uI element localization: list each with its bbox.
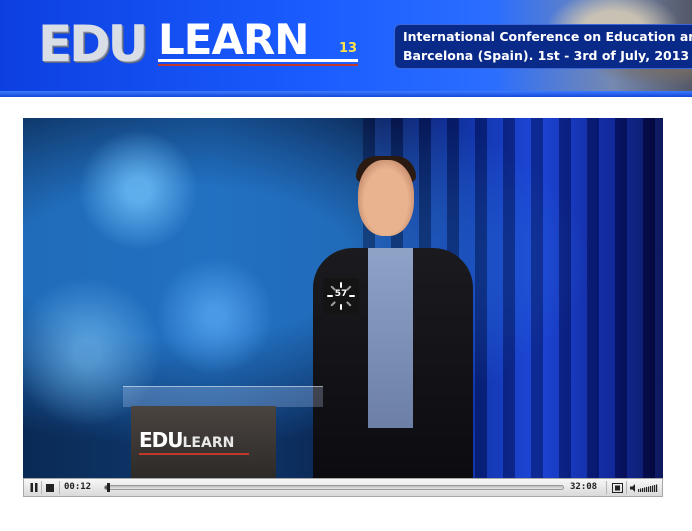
control-separator xyxy=(626,481,627,494)
pause-icon xyxy=(30,483,38,492)
control-separator xyxy=(606,481,607,494)
podium-logo-edu: EDU xyxy=(139,428,184,452)
buffering-indicator: 57 xyxy=(323,278,359,314)
video-controls-bar: 00:12 32:08 xyxy=(23,478,663,497)
buffering-count: 57 xyxy=(334,289,348,299)
fullscreen-button[interactable] xyxy=(610,481,624,494)
current-time: 00:12 xyxy=(64,482,92,492)
podium-glass xyxy=(123,386,323,407)
seek-bar[interactable] xyxy=(104,483,564,492)
seek-bar-thumb[interactable] xyxy=(106,483,110,492)
logo-year-number: 13 xyxy=(339,41,358,56)
control-separator xyxy=(41,481,42,494)
logo-underline xyxy=(158,59,358,62)
conference-location-dates: Barcelona (Spain). 1st - 3rd of July, 20… xyxy=(403,48,690,63)
speaker-shirt xyxy=(368,248,413,428)
podium-logo-learn: LEARN xyxy=(182,435,235,451)
pause-button[interactable] xyxy=(27,481,41,494)
video-player-screen[interactable]: EDULEARN 57 xyxy=(23,118,663,478)
logo-underline-accent xyxy=(158,64,358,66)
stop-icon xyxy=(46,483,54,492)
podium-logo: EDULEARN xyxy=(139,428,249,455)
stop-button[interactable] xyxy=(43,481,57,494)
conference-title: International Conference on Education an xyxy=(403,29,692,44)
volume-icon xyxy=(630,483,658,492)
speaker-head xyxy=(358,160,414,236)
conference-info-box: International Conference on Education an… xyxy=(394,24,692,69)
total-duration: 32:08 xyxy=(570,482,598,492)
conference-banner: EDU LEARN 13 International Conference on… xyxy=(0,0,692,97)
podium-logo-bar xyxy=(139,453,249,455)
fullscreen-icon xyxy=(611,482,623,493)
volume-control[interactable] xyxy=(630,481,660,494)
logo-edu-text: EDU xyxy=(38,15,148,73)
control-separator xyxy=(59,481,60,494)
